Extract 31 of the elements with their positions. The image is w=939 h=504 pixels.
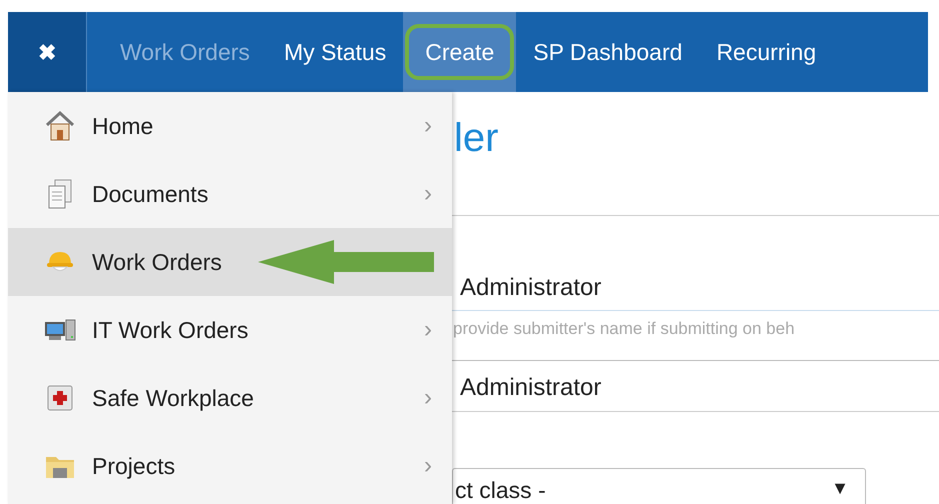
chevron-icon: › — [424, 448, 432, 484]
page-title: ler — [454, 115, 498, 162]
close-button[interactable]: ✖ — [8, 12, 87, 92]
chevron-icon: › — [424, 108, 432, 144]
menu-item-label: Work Orders — [92, 248, 222, 277]
nav-tab[interactable]: Recurring — [699, 12, 834, 92]
menu-item[interactable]: Documents › — [8, 160, 452, 228]
menu-item-label: Documents — [92, 180, 208, 209]
menu-item-label: IT Work Orders — [92, 316, 248, 345]
requester-field[interactable]: Administrator — [452, 266, 939, 311]
hint-text: provide submitter's name if submitting on beh — [453, 318, 795, 340]
menu-item[interactable]: Safe Workplace › — [8, 364, 452, 432]
menu-item-label: Home — [92, 112, 154, 141]
select-value: ct class - — [455, 476, 547, 504]
menu-item-label: Safe Workplace — [92, 384, 254, 413]
nav-tab[interactable]: Create — [403, 12, 516, 92]
nav-tab[interactable]: SP Dashboard — [516, 12, 700, 92]
submitter-field[interactable]: Administrator — [452, 366, 939, 412]
caret-icon: ▼ — [831, 473, 849, 502]
menu-item[interactable]: Projects › — [8, 432, 452, 500]
chevron-icon: › — [424, 176, 432, 212]
chevron-icon: › — [424, 380, 432, 416]
documents-icon — [47, 178, 73, 210]
class-select[interactable]: ct class - ▼ — [452, 468, 866, 504]
menu-item-label: Projects — [92, 452, 176, 481]
nav-tab[interactable]: My Status — [266, 12, 404, 92]
chevron-icon: › — [424, 312, 432, 348]
menu-item[interactable]: Home › — [8, 92, 452, 160]
house-icon — [45, 110, 75, 142]
menu-item[interactable]: IT Work Orders › — [8, 296, 452, 364]
first-aid-kit-icon — [45, 383, 75, 413]
